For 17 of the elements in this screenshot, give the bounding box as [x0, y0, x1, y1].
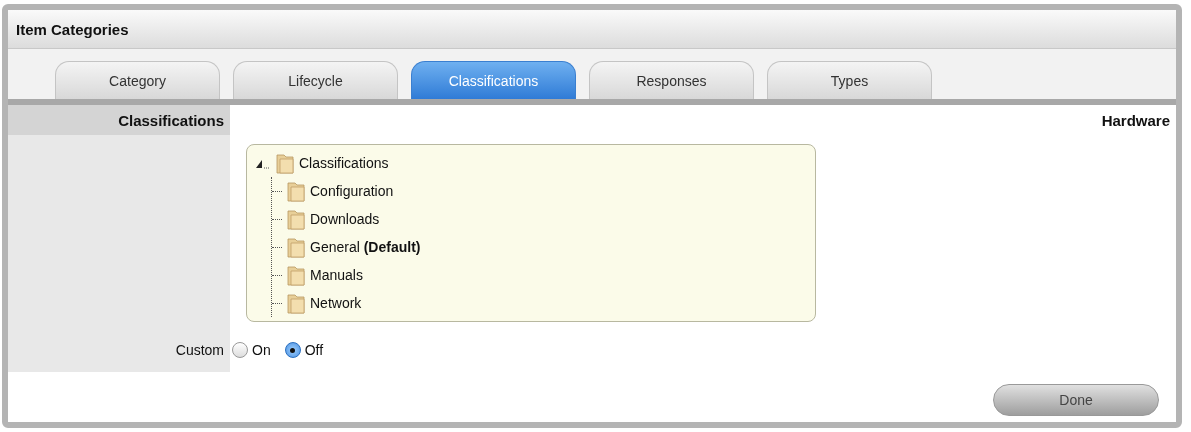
- tab[interactable]: Category: [55, 61, 220, 99]
- tab[interactable]: Responses: [589, 61, 754, 99]
- tree-item[interactable]: Classifications: [299, 155, 389, 171]
- tree-item[interactable]: Manuals: [310, 267, 363, 283]
- category-name: Hardware: [1101, 111, 1170, 129]
- radio-label: Off: [304, 342, 324, 358]
- tree-item[interactable]: Configuration: [310, 183, 394, 199]
- field-label: Custom: [175, 342, 224, 358]
- tree-item[interactable]: Downloads: [310, 211, 380, 227]
- tab[interactable]: Lifecycle: [233, 61, 398, 99]
- window-title: Item Categories: [16, 20, 129, 38]
- radio-label: On: [252, 342, 271, 358]
- tree-item[interactable]: Network: [310, 295, 362, 311]
- tab[interactable]: Types: [767, 61, 932, 99]
- field-label: Classifications: [118, 111, 224, 129]
- done-button[interactable]: Done: [993, 384, 1159, 416]
- tree-item[interactable]: General (Default): [310, 239, 421, 255]
